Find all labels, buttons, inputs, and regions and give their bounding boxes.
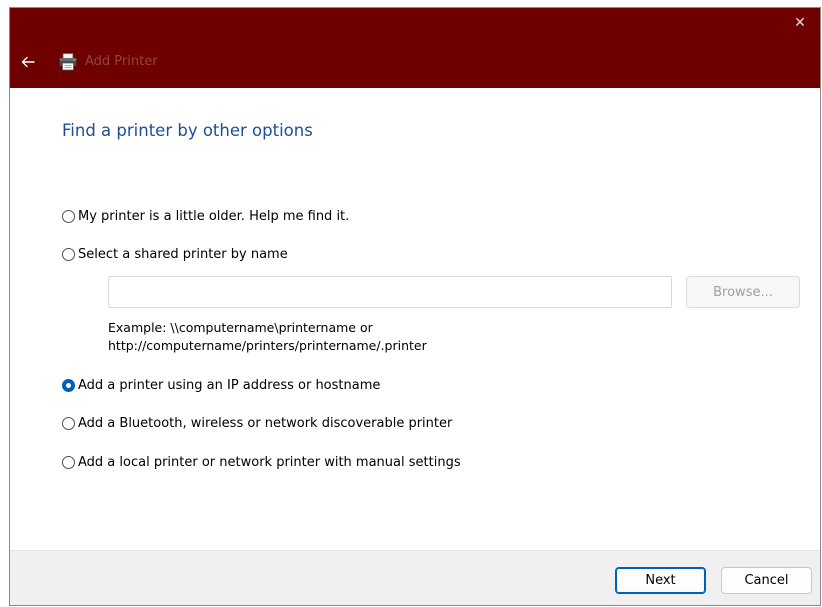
radio-button[interactable] [62,209,75,223]
radio-button[interactable] [62,416,75,430]
example-line-2: http://computername/printers/printername… [108,338,427,353]
back-arrow-icon [21,56,35,68]
browse-button[interactable]: Browse... [686,276,800,308]
option-ip-address-hostname[interactable]: Add a printer using an IP address or hos… [62,375,380,395]
option-older-printer[interactable]: My printer is a little older. Help me fi… [62,206,349,226]
option-shared-printer-by-name[interactable]: Select a shared printer by name [62,244,288,264]
radio-button[interactable] [62,247,75,261]
page-heading: Find a printer by other options [62,121,313,140]
printer-icon [59,53,77,71]
option-label: Add a printer using an IP address or hos… [78,377,381,393]
next-button[interactable]: Next [615,567,706,594]
radio-button-selected[interactable] [62,378,75,392]
shared-printer-name-input[interactable] [108,276,672,308]
cancel-button[interactable]: Cancel [721,567,812,594]
window-title: Add Printer [85,54,158,69]
option-local-manual-settings[interactable]: Add a local printer or network printer w… [62,452,461,472]
add-printer-window: ✕ Add Printer Find a printer by other op… [9,7,821,606]
title-bar: ✕ Add Printer [10,8,820,88]
radio-button[interactable] [62,455,75,469]
option-label: Add a Bluetooth, wireless or network dis… [78,415,453,431]
dialog-footer: Next Cancel [10,550,820,605]
option-label: My printer is a little older. Help me fi… [78,208,350,224]
example-line-1: Example: \\computername\printername or [108,320,373,335]
example-text: Example: \\computername\printername or h… [108,319,427,355]
back-button[interactable] [16,50,40,74]
close-button[interactable]: ✕ [780,8,820,38]
close-icon: ✕ [794,15,806,31]
option-bluetooth-wireless-network[interactable]: Add a Bluetooth, wireless or network dis… [62,413,452,433]
option-label: Select a shared printer by name [78,246,288,262]
option-label: Add a local printer or network printer w… [78,454,461,470]
